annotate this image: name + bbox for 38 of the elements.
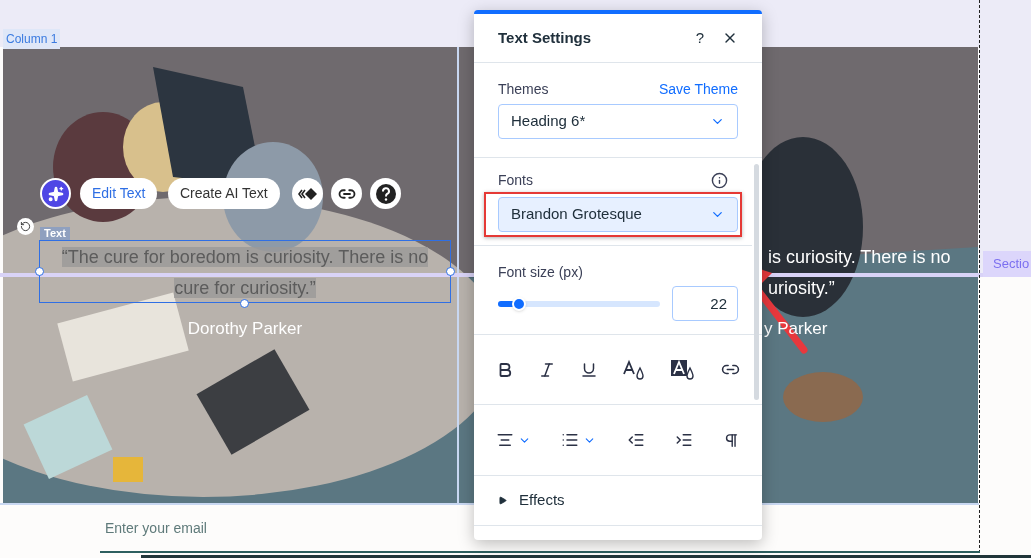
resize-handle[interactable]	[446, 267, 455, 276]
align-center-icon	[496, 431, 514, 449]
list-icon	[561, 431, 580, 449]
decrease-indent-icon[interactable]	[626, 431, 645, 449]
effects-toggle[interactable]: Effects	[474, 476, 762, 526]
section-label: Sectio	[983, 251, 1031, 277]
fonts-dropdown[interactable]: Brandon Grotesque	[498, 197, 738, 232]
fonts-label: Fonts	[498, 171, 533, 190]
font-size-slider[interactable]	[498, 300, 660, 307]
font-size-label: Font size (px)	[498, 264, 583, 280]
quote-text: is curiosity. There is no	[768, 246, 951, 269]
increase-indent-icon[interactable]	[674, 431, 693, 449]
diamond-chevrons-icon	[297, 186, 318, 201]
themes-label: Themes	[498, 80, 549, 99]
text-direction-icon[interactable]	[723, 431, 740, 449]
info-icon[interactable]	[711, 172, 728, 189]
quote-text: uriosity.”	[768, 277, 835, 300]
sparkle-icon	[47, 185, 64, 202]
author-text: Dorothy Parker	[186, 318, 304, 340]
selected-text-frame[interactable]	[39, 240, 451, 303]
email-field[interactable]: Enter your email	[100, 514, 400, 542]
undo-icon	[20, 221, 31, 232]
resize-handle[interactable]	[240, 299, 249, 308]
panel-title: Text Settings	[498, 27, 593, 48]
alignment-dropdown[interactable]	[496, 431, 531, 449]
resize-handle[interactable]	[35, 267, 44, 276]
help-icon	[375, 183, 396, 204]
column-label: Column 1	[3, 29, 61, 49]
font-size-field[interactable]: 22	[672, 286, 738, 321]
slider-thumb[interactable]	[512, 296, 527, 311]
edit-text-button[interactable]: Edit Text	[80, 178, 158, 209]
themes-dropdown[interactable]: Heading 6*	[498, 104, 738, 139]
help-button[interactable]: ?	[695, 26, 704, 50]
underline-icon[interactable]	[579, 360, 598, 379]
triangle-right-icon	[498, 496, 507, 505]
create-ai-text-button[interactable]: Create AI Text	[168, 178, 280, 209]
save-theme-link[interactable]: Save Theme	[658, 79, 738, 100]
element-tag: Text	[40, 227, 70, 240]
